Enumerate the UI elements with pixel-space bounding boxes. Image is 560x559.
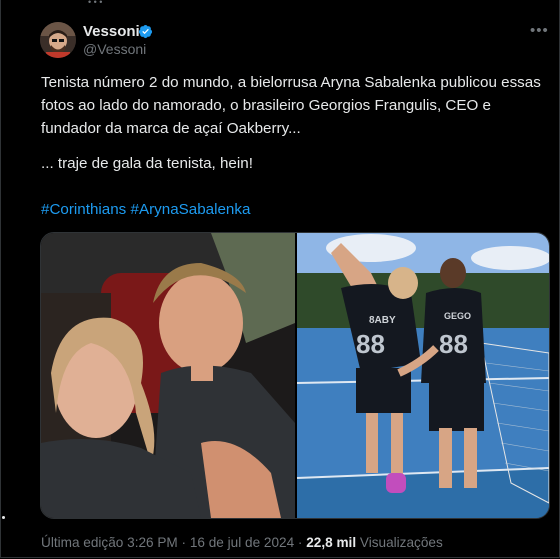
- media-grid: 8ABY 88 GEGO 88: [40, 232, 550, 519]
- jersey-left-number: 88: [356, 329, 385, 359]
- tweet-meta: Última edição 3:26 PM · 16 de jul de 202…: [41, 535, 443, 550]
- edit-timestamp[interactable]: Última edição 3:26 PM · 16 de jul de 202…: [41, 535, 306, 550]
- author-name[interactable]: Vessoni: [83, 23, 140, 40]
- hashtags: #Corinthians #ArynaSabalenka: [41, 201, 250, 218]
- more-options-icon[interactable]: •••: [530, 22, 549, 39]
- avatar[interactable]: [40, 22, 76, 58]
- tweet-text: Tenista número 2 do mundo, a bielorrusa …: [41, 74, 541, 137]
- tennis-court-photo: 8ABY 88 GEGO 88: [296, 233, 549, 518]
- car-selfie-photo: [41, 233, 295, 518]
- verified-badge-icon: [138, 24, 153, 39]
- hashtag-corinthians[interactable]: #Corinthians: [41, 201, 126, 218]
- previous-tweet-cut: • • •: [88, 0, 138, 4]
- views-count: 22,8 mil: [306, 535, 357, 550]
- tweet-text-second: ... traje de gala da tenista, hein!: [41, 155, 253, 172]
- hashtag-arynasabalenka[interactable]: #ArynaSabalenka: [131, 201, 251, 218]
- jersey-right-number: 88: [439, 329, 468, 359]
- author-handle[interactable]: @Vessoni: [83, 41, 146, 57]
- jersey-right-name: GEGO: [444, 311, 471, 321]
- views-label: Visualizações: [356, 535, 443, 550]
- left-dot: [2, 516, 5, 519]
- jersey-left-name: 8ABY: [369, 315, 396, 326]
- media-photos[interactable]: 8ABY 88 GEGO 88: [41, 233, 549, 518]
